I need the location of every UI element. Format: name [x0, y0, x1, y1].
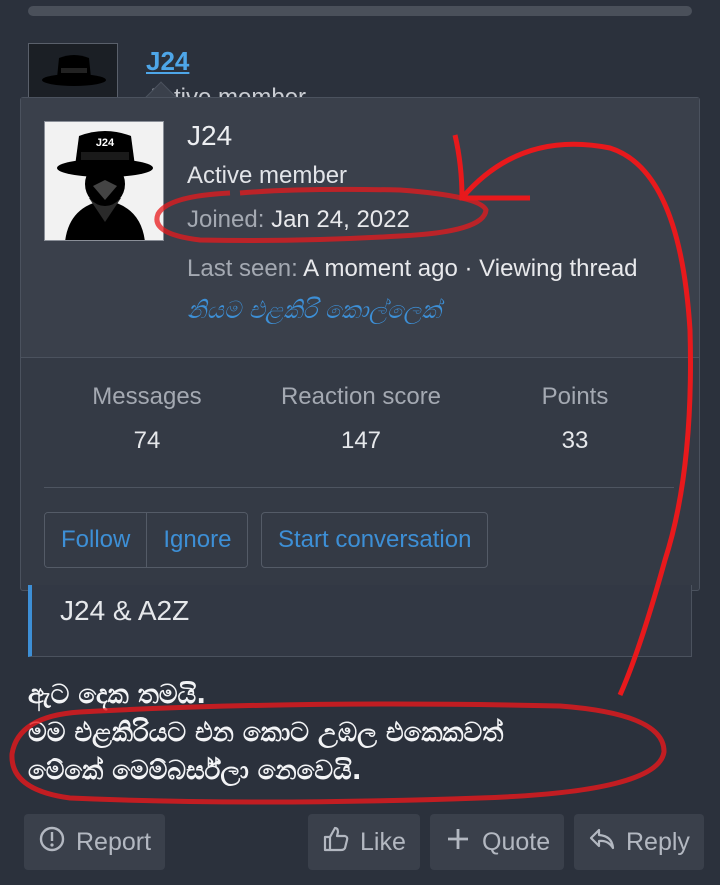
stat-messages[interactable]: Messages 74	[37, 383, 257, 455]
reply-button[interactable]: Reply	[574, 814, 704, 870]
post-username-link[interactable]: J24	[146, 46, 189, 77]
member-last-seen: Last seen: A moment ago · Viewing thread	[187, 255, 638, 283]
post-body: ඇට දෙක තමයි. මම එළකිරියට එන කොට උඹල එකෙක…	[28, 676, 503, 790]
joined-date: Jan 24, 2022	[271, 206, 410, 233]
reply-icon	[588, 825, 616, 860]
quote-button[interactable]: Quote	[430, 814, 565, 870]
alert-circle-icon	[38, 825, 66, 860]
stat-label: Messages	[92, 383, 202, 410]
post-avatar[interactable]	[28, 43, 118, 103]
quote-label: Quote	[482, 827, 551, 856]
like-label: Like	[360, 827, 406, 856]
report-button[interactable]: Report	[24, 814, 166, 870]
stat-label: Points	[541, 383, 609, 410]
report-label: Report	[76, 827, 152, 856]
scroll-bar	[28, 6, 692, 16]
member-custom-title: නියම එළකිරි කොල්ලෙක්	[187, 296, 441, 324]
member-tooltip-card: J24 J24 Active member Joined: Jan 24, 20…	[20, 97, 700, 591]
stat-label: Reaction score	[280, 383, 442, 410]
divider	[44, 487, 674, 488]
post-line: ඇට දෙක තමයි.	[28, 680, 207, 710]
member-avatar[interactable]: J24	[44, 121, 164, 241]
stat-reaction-score[interactable]: Reaction score 147	[251, 383, 471, 455]
follow-button[interactable]: Follow	[45, 513, 148, 567]
stat-value: 33	[561, 427, 589, 454]
follow-ignore-group: Follow Ignore	[44, 512, 249, 568]
plus-icon	[444, 825, 472, 860]
post-actions: Report Like Quote Reply	[0, 814, 720, 872]
stat-value: 74	[133, 427, 161, 454]
ignore-button[interactable]: Ignore	[147, 513, 248, 567]
last-seen-value: A moment ago · Viewing thread	[303, 255, 638, 282]
quote-author: J24 & A2Z	[60, 595, 190, 626]
reply-label: Reply	[626, 827, 690, 856]
quote-block[interactable]: J24 & A2Z	[28, 585, 692, 657]
svg-text:J24: J24	[96, 137, 115, 149]
member-joined: Joined: Jan 24, 2022	[187, 206, 410, 234]
last-seen-label: Last seen:	[187, 255, 298, 282]
member-username[interactable]: J24	[187, 120, 232, 152]
start-conversation-button[interactable]: Start conversation	[261, 512, 489, 568]
member-title: Active member	[187, 162, 348, 189]
member-tooltip-header: J24 J24 Active member Joined: Jan 24, 20…	[21, 98, 699, 358]
thumbs-up-icon	[322, 825, 350, 860]
stat-points[interactable]: Points 33	[465, 383, 685, 455]
stat-value: 147	[340, 427, 382, 454]
post-line: මම එළකිරියට එන කොට උඹල එකෙකවත්	[28, 718, 504, 748]
joined-label: Joined:	[187, 206, 265, 233]
post-line: මේකේ මෙම්බර්ස්ලා නෙවෙයි.	[28, 756, 362, 786]
like-button[interactable]: Like	[308, 814, 420, 870]
